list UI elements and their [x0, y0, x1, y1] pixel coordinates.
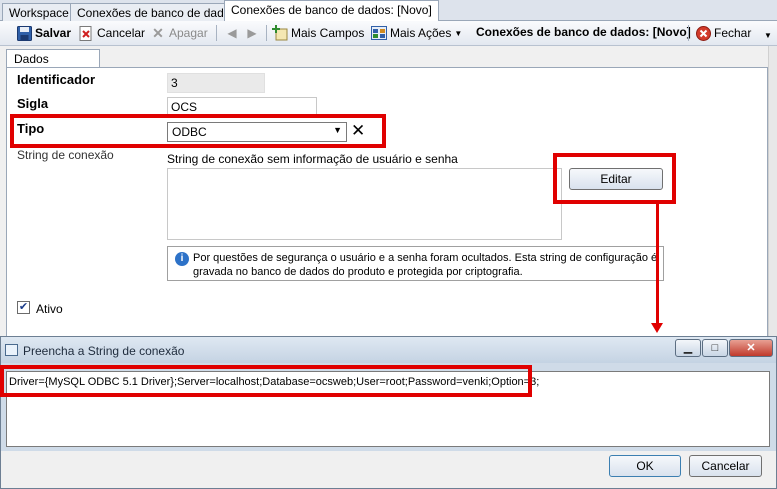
sigla-label: Sigla	[17, 96, 49, 111]
chevron-down-icon: ▼	[333, 125, 342, 135]
more-fields-button[interactable]: Mais Campos	[272, 25, 364, 41]
connection-string-dialog: Preencha a String de conexão ▁ □ ✕ Drive…	[0, 336, 777, 489]
ativo-checkbox[interactable]: ✔	[17, 301, 30, 314]
annotation-arrow-head	[651, 323, 663, 333]
tipo-label: Tipo	[17, 121, 45, 136]
previous-button[interactable]: ◀	[224, 25, 240, 41]
maximize-icon: □	[711, 342, 719, 354]
ok-button[interactable]: OK	[609, 455, 681, 477]
tab-workspace[interactable]: Workspace	[2, 3, 76, 21]
identificador-label: Identificador	[17, 72, 96, 87]
close-circle-icon	[695, 25, 711, 41]
annotation-arrow-line	[656, 203, 659, 325]
ativo-label: Ativo	[36, 302, 63, 316]
tab-dados-principais[interactable]: Dados principais	[6, 49, 100, 80]
vertical-scrollbar[interactable]	[768, 46, 777, 336]
info-icon: i	[175, 252, 189, 266]
toolbar-separator	[266, 25, 267, 41]
delete-button[interactable]: ✕ Apagar	[150, 25, 208, 41]
document-tab-strip: Workspace Conexões de banco de dados Con…	[0, 0, 777, 22]
identificador-field: 3	[167, 73, 265, 93]
minimize-button[interactable]: ▁	[675, 339, 701, 357]
save-button[interactable]: Salvar	[16, 25, 71, 41]
tab-conexoes[interactable]: Conexões de banco de dados	[70, 3, 244, 21]
add-fields-icon	[272, 25, 288, 41]
highlight-connection-string-box	[0, 365, 532, 397]
window-icon	[5, 344, 18, 356]
dialog-close-button[interactable]: ✕	[729, 339, 773, 357]
dialog-title: Preencha a String de conexão	[23, 344, 185, 358]
toolbar-separator	[688, 25, 689, 41]
floppy-disk-icon	[16, 25, 32, 41]
arrow-left-icon: ◀	[227, 26, 237, 40]
tipo-select[interactable]: ODBC ▼	[167, 122, 347, 142]
string-conexao-textarea[interactable]	[167, 168, 562, 240]
edit-button[interactable]: Editar	[569, 168, 663, 190]
close-button[interactable]: Fechar	[695, 25, 751, 41]
string-conexao-label: String de conexão	[17, 148, 114, 162]
dialog-cancel-button[interactable]: Cancelar	[689, 455, 762, 477]
chevron-down-icon: ▼	[764, 31, 772, 40]
info-message: i Por questões de segurança o usuário e …	[167, 246, 664, 281]
toolbar-title: Conexões de banco de dados: [Novo]	[476, 25, 691, 39]
arrow-right-icon: ▶	[247, 26, 257, 40]
minimize-icon: ▁	[683, 342, 693, 354]
next-button[interactable]: ▶	[244, 25, 260, 41]
string-conexao-hint: String de conexão sem informação de usuá…	[167, 152, 458, 166]
maximize-button[interactable]: □	[702, 339, 728, 357]
cancel-document-icon	[78, 25, 94, 41]
dialog-title-bar: Preencha a String de conexão ▁ □ ✕	[1, 337, 776, 363]
more-actions-button[interactable]: Mais Ações ▼	[371, 25, 462, 41]
toolbar-separator	[216, 25, 217, 41]
dropdown-arrow-icon: ▼	[454, 28, 463, 38]
clear-x-icon[interactable]: ✕	[351, 121, 365, 141]
toolbar: Salvar Cancelar ✕ Apagar ◀ ▶ Mais Campos…	[0, 21, 777, 46]
delete-x-icon: ✕	[152, 25, 164, 41]
actions-grid-icon	[371, 25, 387, 41]
toolbar-overflow-button[interactable]: ▼	[760, 28, 776, 44]
tab-conexoes-novo[interactable]: Conexões de banco de dados: [Novo]	[224, 0, 439, 22]
cancel-button[interactable]: Cancelar	[78, 25, 145, 41]
close-icon: ✕	[746, 342, 756, 354]
